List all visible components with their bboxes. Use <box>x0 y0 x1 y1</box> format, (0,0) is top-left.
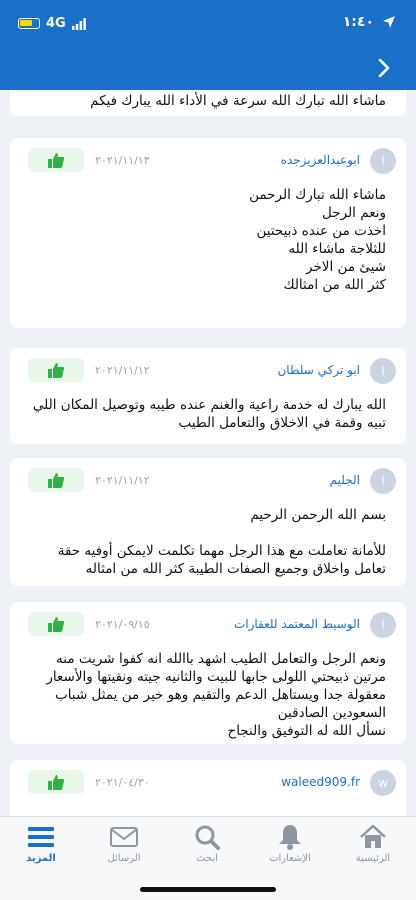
home-indicator <box>140 887 276 892</box>
comment-header: ا ابوعبدالعزيزجده ٢٠٢١/١١/١٣ <box>20 148 396 178</box>
avatar: w <box>370 770 396 796</box>
nav-bar <box>0 46 416 90</box>
like-button[interactable] <box>28 770 84 794</box>
clock: ١:٤٠ <box>342 14 374 30</box>
comment-card: w waleed909.fr ٢٠٢١/٠٤/٣٠ <box>10 760 406 816</box>
tab-label: الرسائل <box>107 853 141 864</box>
tab-label: ابحث <box>196 853 218 864</box>
tab-label: المزيد <box>26 853 56 864</box>
tab-label: الرئيسية <box>355 853 391 864</box>
comment-author[interactable]: الوسيط المعتمد للعقارات <box>234 617 360 631</box>
comment-author[interactable]: ابوعبدالعزيزجده <box>281 153 360 167</box>
wifi-icon <box>71 17 86 30</box>
status-right: ١:٤٠ <box>343 14 396 30</box>
comment-card: ا ابو تركي سلطان ٢٠٢١/١١/١٢ الله يبارك ل… <box>10 348 406 444</box>
home-icon <box>360 824 386 848</box>
thumbs-up-icon <box>48 363 65 378</box>
like-button[interactable] <box>28 612 84 636</box>
thumbs-up-icon <box>48 473 65 488</box>
bell-icon <box>279 825 301 850</box>
comment-text: ونعم الرجل والتعامل الطيب اشهد باالله ان… <box>46 651 386 739</box>
comment-date: ٢٠٢١/١١/١٣ <box>95 154 150 167</box>
comments-list[interactable]: ماشاء الله تبارك الله سرعة في الأداء الل… <box>0 90 416 816</box>
menu-icon <box>28 827 54 847</box>
avatar: ا <box>370 148 396 174</box>
comment-header: w waleed909.fr ٢٠٢١/٠٤/٣٠ <box>20 770 396 800</box>
like-button[interactable] <box>28 148 84 172</box>
tab-more[interactable]: المزيد <box>6 823 76 864</box>
thumbs-up-icon <box>48 775 65 790</box>
comment-text: الله يبارك له خدمة راعية والغنم عنده طيب… <box>32 397 386 431</box>
chevron-right-icon[interactable] <box>374 58 394 78</box>
tab-home[interactable]: الرئيسية <box>338 823 408 864</box>
search-icon <box>195 825 220 850</box>
comment-date: ٢٠٢١/١١/١٢ <box>95 364 150 377</box>
comment-date: ٢٠٢١/١١/١٢ <box>95 474 150 487</box>
status-bar: 4G ١:٤٠ <box>0 0 416 46</box>
comment-card: ا الوسيط المعتمد للعقارات ٢٠٢١/٠٩/١٥ ونع… <box>10 602 406 744</box>
status-left: 4G <box>18 16 86 31</box>
comment-card: ا الجليم ٢٠٢١/١١/١٢ بسم الله الرحمن الرح… <box>10 458 406 586</box>
comment-author[interactable]: ابو تركي سلطان <box>277 363 360 377</box>
tab-notifications[interactable]: الإشعارات <box>255 823 325 864</box>
tab-bar: المزيد الرسائل ابحث الإشعارات الرئيسية <box>0 816 416 900</box>
comment-card: ماشاء الله تبارك الله سرعة في الأداء الل… <box>10 90 406 116</box>
network-label: 4G <box>46 16 66 31</box>
avatar: ا <box>370 468 396 494</box>
comment-date: ٢٠٢١/٠٤/٣٠ <box>95 776 150 789</box>
tab-search[interactable]: ابحث <box>172 823 242 864</box>
avatar: ا <box>370 612 396 638</box>
like-button[interactable] <box>28 358 84 382</box>
thumbs-up-icon <box>48 153 65 168</box>
envelope-icon <box>110 827 138 847</box>
comment-header: ا الجليم ٢٠٢١/١١/١٢ <box>20 468 396 498</box>
comment-author[interactable]: waleed909.fr <box>281 775 360 789</box>
tab-label: الإشعارات <box>269 853 311 864</box>
like-button[interactable] <box>28 468 84 492</box>
tab-messages[interactable]: الرسائل <box>89 823 159 864</box>
comment-text: ماشاء الله تبارك الله سرعة في الأداء الل… <box>90 93 386 109</box>
location-arrow-icon <box>383 16 395 28</box>
battery-icon <box>18 18 40 29</box>
comment-header: ا ابو تركي سلطان ٢٠٢١/١١/١٢ <box>20 358 396 388</box>
comment-text: ماشاء الله تبارك الرحمن ونعم الرجل اخذت … <box>249 187 386 293</box>
comment-text: بسم الله الرحمن الرحيم للأمانة تعاملت مع… <box>57 507 386 577</box>
comment-header: ا الوسيط المعتمد للعقارات ٢٠٢١/٠٩/١٥ <box>20 612 396 642</box>
thumbs-up-icon <box>48 617 65 632</box>
comment-card: ا ابوعبدالعزيزجده ٢٠٢١/١١/١٣ ماشاء الله … <box>10 138 406 328</box>
comment-date: ٢٠٢١/٠٩/١٥ <box>95 618 150 631</box>
comment-author[interactable]: الجليم <box>330 473 360 487</box>
avatar: ا <box>370 358 396 384</box>
